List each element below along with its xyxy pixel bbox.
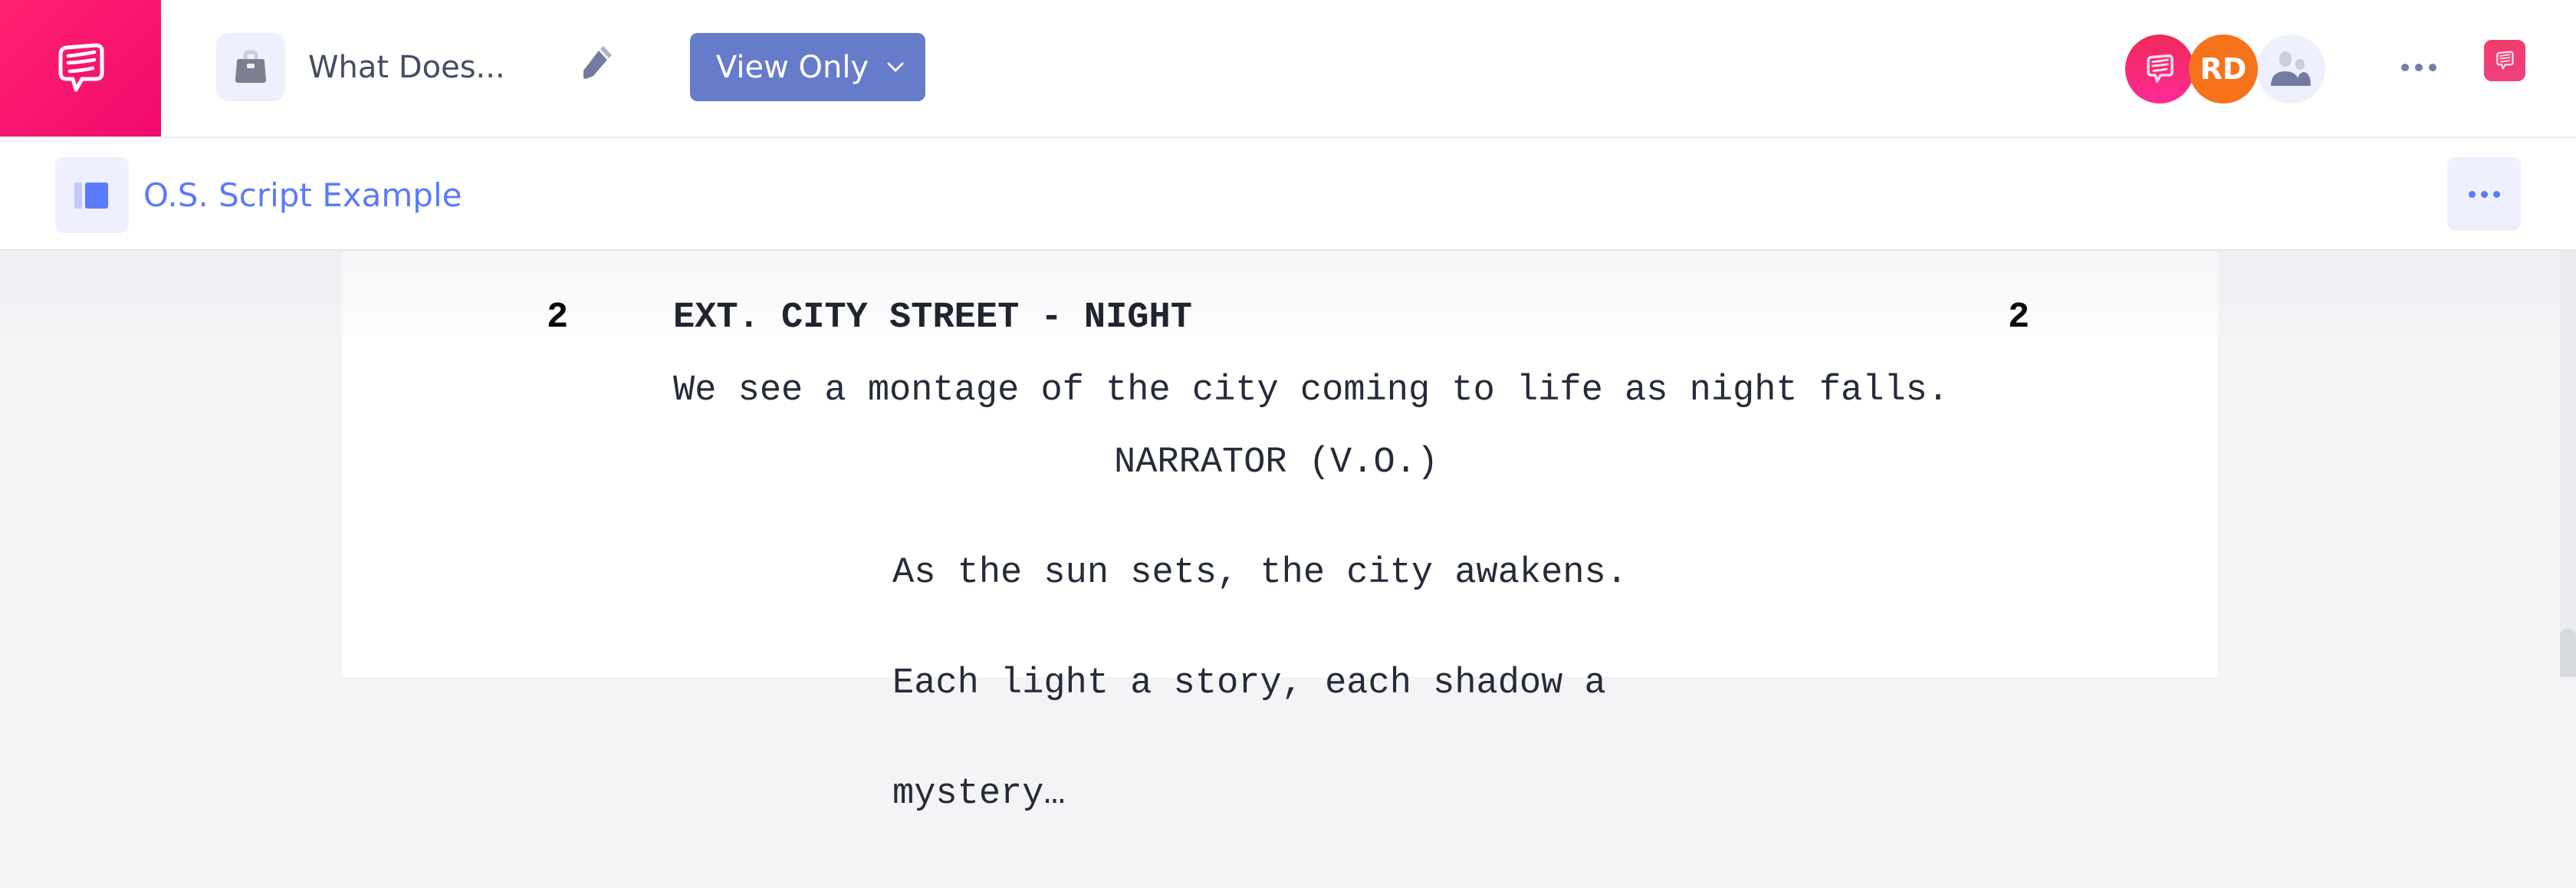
dot-icon	[2415, 64, 2423, 71]
chat-bubble-icon	[2496, 51, 2514, 70]
briefcase-icon	[235, 50, 266, 83]
scene-heading: EXT. CITY STREET - NIGHT	[673, 298, 1192, 338]
share-users-button[interactable]	[2256, 35, 2325, 104]
app-logo[interactable]	[0, 0, 161, 136]
top-toolbar: What Does... View Only RD	[0, 0, 2576, 138]
view-mode-label: View Only	[715, 49, 869, 85]
dialogue-line: As the sun sets, the city awakens.	[892, 553, 1628, 594]
pencil-icon	[583, 46, 612, 79]
script-page: 2 EXT. CITY STREET - NIGHT 2 We see a mo…	[342, 251, 2218, 813]
avatar-brand[interactable]	[2125, 35, 2194, 104]
scene-number-right: 2	[2008, 298, 2030, 338]
dialogue-line: mystery…	[892, 774, 1066, 814]
avatar-user-rd[interactable]: RD	[2189, 35, 2258, 104]
project-title[interactable]: What Does...	[308, 43, 505, 92]
more-options-button[interactable]	[2394, 51, 2444, 84]
vertical-scrollbar[interactable]	[2560, 251, 2576, 677]
action-line: We see a montage of the city coming to l…	[673, 370, 1950, 411]
dot-icon	[2468, 190, 2476, 198]
chevron-down-icon	[887, 62, 904, 71]
document-more-button[interactable]	[2447, 157, 2521, 231]
toggle-sidebar-button[interactable]	[55, 157, 129, 233]
project-folder-button[interactable]	[216, 33, 285, 101]
users-icon	[2271, 51, 2311, 86]
script-viewer: 2 EXT. CITY STREET - NIGHT 2 We see a mo…	[0, 251, 2576, 813]
dot-icon	[2401, 64, 2409, 71]
chat-bubble-logo-icon	[58, 43, 104, 92]
document-title: O.S. Script Example	[143, 176, 462, 214]
chat-button[interactable]	[2484, 40, 2525, 81]
dot-icon	[2429, 64, 2436, 71]
scrollbar-thumb[interactable]	[2560, 629, 2576, 677]
dot-icon	[2480, 190, 2488, 198]
view-mode-dropdown[interactable]: View Only	[690, 33, 925, 101]
scene-number-left: 2	[547, 298, 569, 338]
chat-bubble-icon	[2147, 54, 2174, 83]
edit-title-button[interactable]	[577, 43, 615, 81]
dialogue-line: Each light a story, each shadow a	[892, 663, 1606, 704]
document-toolbar: O.S. Script Example	[0, 138, 2576, 251]
dialogue-block: As the sun sets, the city awakens. Each …	[892, 482, 1628, 886]
avatar-initials: RD	[2200, 52, 2247, 86]
dot-icon	[2492, 190, 2500, 198]
sidebar-panel-icon	[74, 182, 108, 209]
character-name: NARRATOR (V.O.)	[1114, 442, 1439, 483]
